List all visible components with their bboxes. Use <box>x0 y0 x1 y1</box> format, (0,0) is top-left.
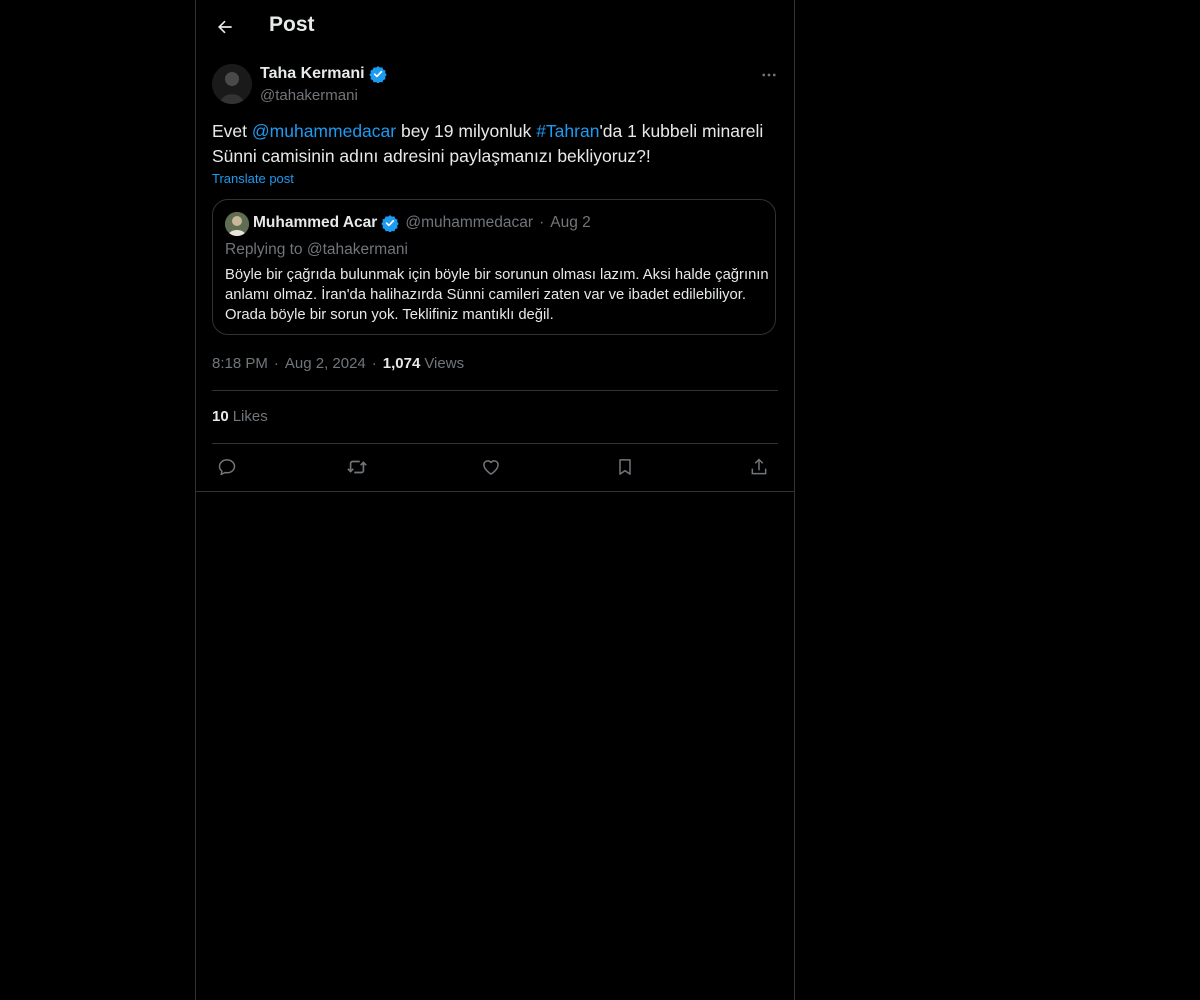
quote-date[interactable]: Aug 2 <box>550 214 591 232</box>
separator-dot: · <box>539 214 545 231</box>
more-options-button[interactable] <box>756 62 782 88</box>
likes-summary[interactable]: 10 Likes <box>212 408 268 425</box>
author-avatar[interactable] <box>212 64 252 104</box>
more-dots-icon <box>762 73 776 77</box>
reply-button[interactable] <box>212 452 242 482</box>
verified-badge-icon <box>368 65 387 83</box>
divider <box>212 443 778 444</box>
verified-badge-icon <box>381 214 400 232</box>
quote-author-name[interactable]: Muhammed Acar <box>253 214 377 232</box>
author-handle[interactable]: @tahakermani <box>260 87 358 104</box>
quote-text: Böyle bir çağrıda bulunmak için böyle bi… <box>225 267 769 323</box>
divider <box>212 390 778 391</box>
quote-avatar-image <box>225 212 249 236</box>
post-column: Post Taha Kermani @tahakermani Evet @muh… <box>195 0 795 1000</box>
quote-author-handle[interactable]: @muhammedacar <box>405 214 533 232</box>
post-header: Post <box>196 0 794 54</box>
share-button[interactable] <box>744 452 774 482</box>
divider <box>196 491 794 492</box>
page-title: Post <box>269 13 315 36</box>
views-count: 1,074 <box>382 355 421 372</box>
post-text: Evet @muhammedacar bey 19 milyonluk #Tah… <box>212 119 782 169</box>
reply-icon <box>218 459 236 476</box>
bookmark-icon <box>619 459 631 475</box>
action-bar <box>212 452 778 482</box>
likes-label: Likes <box>232 408 268 425</box>
author-name[interactable]: Taha Kermani <box>260 65 365 83</box>
author-name-row[interactable]: Taha Kermani <box>260 65 387 83</box>
avatar-image <box>212 64 252 104</box>
quote-header: Muhammed Acar @muhammedacar · Aug 2 <box>253 214 591 232</box>
quote-replying-to: Replying to @tahakermani <box>225 241 408 258</box>
back-button[interactable] <box>208 10 242 44</box>
repost-button[interactable] <box>342 452 372 482</box>
views-label: Views <box>424 355 465 372</box>
likes-count: 10 <box>212 408 229 425</box>
hashtag-link[interactable]: #Tahran <box>536 121 599 141</box>
like-button[interactable] <box>476 452 506 482</box>
bookmark-button[interactable] <box>610 452 640 482</box>
post-text-part: bey 19 milyonluk <box>396 121 537 141</box>
translate-post-link[interactable]: Translate post <box>212 171 294 186</box>
separator-dot: · <box>273 355 279 372</box>
post-time[interactable]: 8:18 PM <box>212 355 268 372</box>
share-icon <box>751 458 767 475</box>
quoted-post[interactable]: Muhammed Acar @muhammedacar · Aug 2 Repl… <box>212 199 776 335</box>
post-text-part: Evet <box>212 121 252 141</box>
heart-icon <box>483 460 499 475</box>
quote-author-avatar[interactable] <box>225 212 249 236</box>
post-date[interactable]: Aug 2, 2024 <box>285 355 366 372</box>
separator-dot: · <box>371 355 377 372</box>
post-meta: 8:18 PM · Aug 2, 2024 · 1,074 Views <box>212 355 464 372</box>
repost-icon <box>347 460 367 474</box>
mention-link[interactable]: @muhammedacar <box>252 121 396 141</box>
arrow-left-icon <box>218 20 232 34</box>
